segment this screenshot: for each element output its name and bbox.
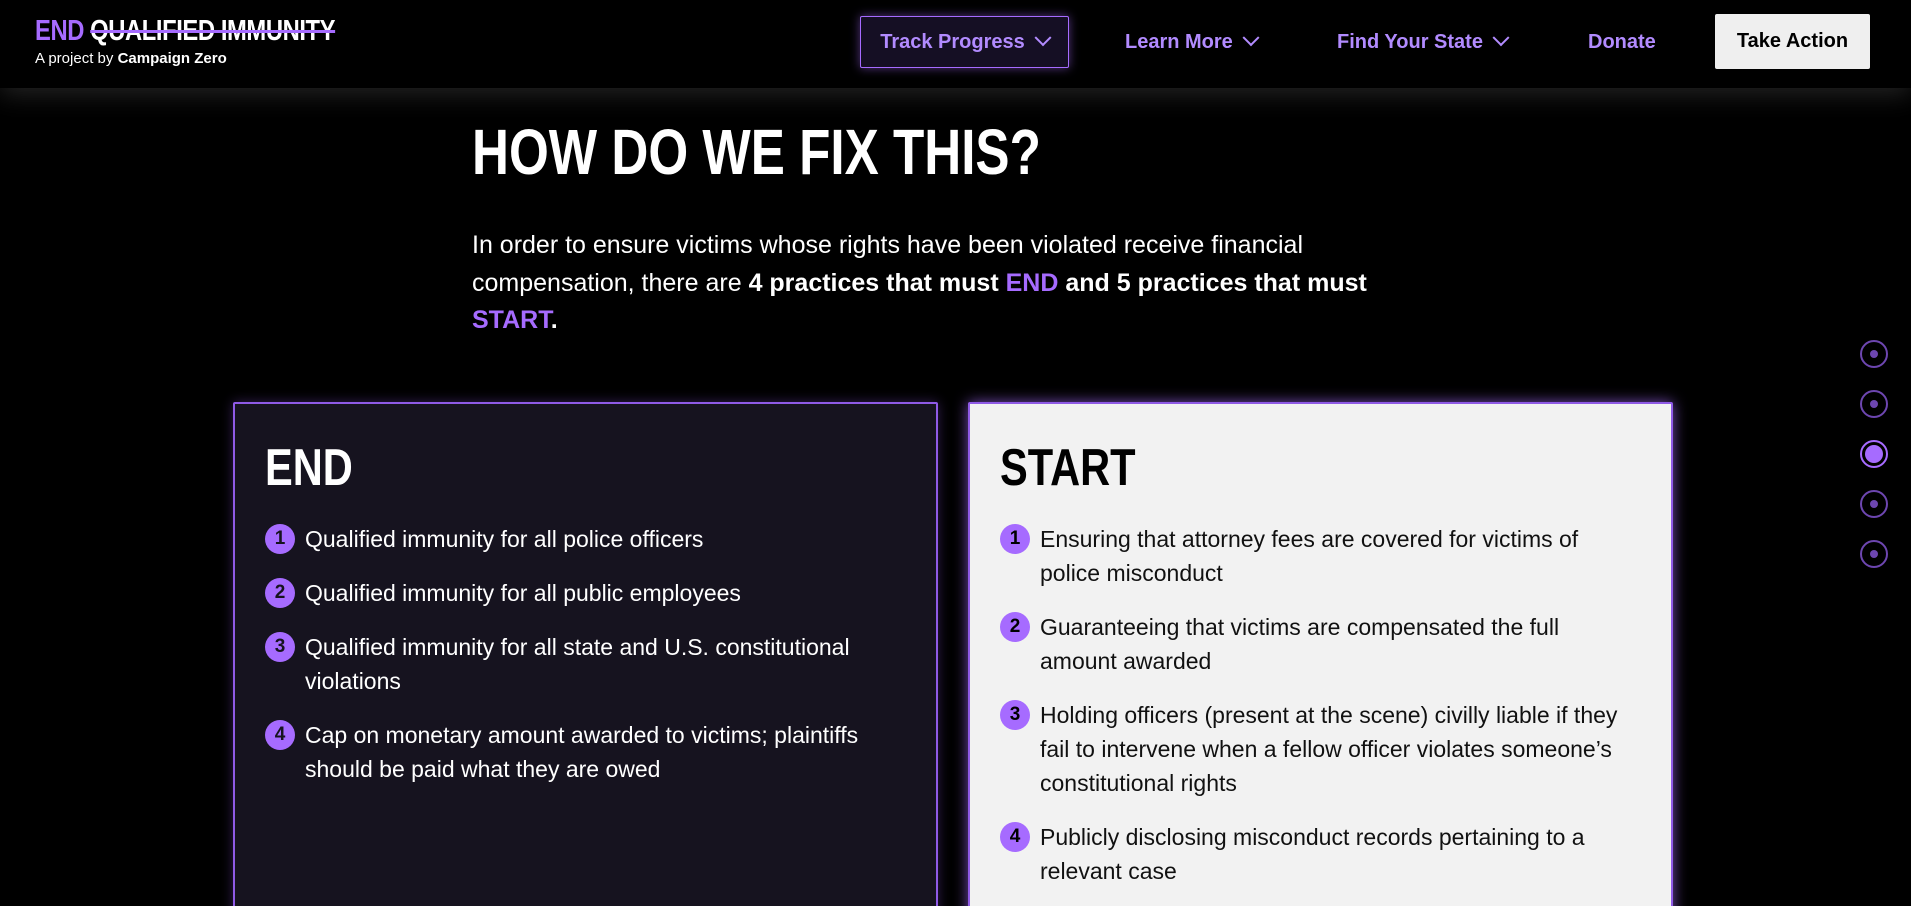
section-dot-3-active[interactable] [1860, 440, 1888, 468]
list-item-text: Publicly disclosing misconduct records p… [1040, 824, 1585, 884]
end-card: END 1 Qualified immunity for all police … [233, 402, 938, 906]
number-badge: 1 [265, 524, 295, 554]
nav-donate[interactable]: Donate [1588, 16, 1656, 68]
intro-end-word: END [1005, 268, 1059, 297]
nav-learn-more-label: Learn More [1125, 30, 1233, 53]
logo-end-word: END [35, 15, 84, 47]
intro-paragraph: In order to ensure victims whose rights … [472, 227, 1432, 340]
start-list: 1 Ensuring that attorney fees are covere… [1000, 522, 1640, 906]
list-item-text: Ensuring that attorney fees are covered … [1040, 526, 1579, 586]
list-item: 4 Cap on monetary amount awarded to vict… [265, 718, 905, 786]
number-badge: 4 [265, 720, 295, 750]
nav-find-your-state[interactable]: Find Your State [1337, 16, 1510, 68]
list-item-text: Qualified immunity for all public employ… [305, 580, 741, 606]
list-item: 3 Holding officers (present at the scene… [1000, 698, 1640, 800]
number-badge: 2 [265, 578, 295, 608]
end-card-title: END [265, 439, 353, 497]
site-logo[interactable]: END QUALIFIED IMMUNITY A project by Camp… [35, 14, 401, 67]
list-item-text: Holding officers (present at the scene) … [1040, 702, 1618, 796]
page-title: HOW DO WE FIX THIS? [472, 116, 1041, 188]
chevron-down-icon [1242, 29, 1260, 47]
end-list: 1 Qualified immunity for all police offi… [265, 522, 905, 806]
nav-learn-more[interactable]: Learn More [1125, 16, 1260, 68]
nav-track-progress-label: Track Progress [880, 30, 1025, 53]
list-item-text: Guaranteeing that victims are compensate… [1040, 614, 1560, 674]
logo-wordmark: END QUALIFIED IMMUNITY [35, 14, 336, 48]
intro-bold-2: and 5 practices that must [1065, 268, 1367, 297]
number-badge: 1 [1000, 524, 1030, 554]
section-dot-1[interactable] [1860, 340, 1888, 368]
logo-subtitle-prefix: A project by [35, 50, 114, 67]
list-item: 4 Publicly disclosing misconduct records… [1000, 820, 1640, 888]
list-item: 2 Qualified immunity for all public empl… [265, 576, 905, 610]
list-item: 3 Qualified immunity for all state and U… [265, 630, 905, 698]
list-item: 2 Guaranteeing that victims are compensa… [1000, 610, 1640, 678]
section-dot-nav [1860, 340, 1888, 590]
chevron-down-icon [1034, 29, 1052, 47]
section-dot-2[interactable] [1860, 390, 1888, 418]
take-action-button[interactable]: Take Action [1715, 14, 1870, 69]
list-item-text: Qualified immunity for all state and U.S… [305, 634, 850, 694]
number-badge: 4 [1000, 822, 1030, 852]
number-badge: 3 [265, 632, 295, 662]
section-dot-4[interactable] [1860, 490, 1888, 518]
list-item-text: Cap on monetary amount awarded to victim… [305, 722, 859, 782]
logo-subtitle-org: Campaign Zero [117, 50, 227, 67]
intro-period: . [550, 306, 558, 334]
intro-start-word: START [472, 306, 551, 334]
nav-donate-label: Donate [1588, 30, 1656, 53]
number-badge: 2 [1000, 612, 1030, 642]
list-item-text: Qualified immunity for all police office… [305, 526, 704, 552]
intro-bold-1: 4 practices that must [748, 268, 999, 297]
chevron-down-icon [1492, 29, 1510, 47]
nav-find-your-state-label: Find Your State [1337, 30, 1483, 53]
site-header: END QUALIFIED IMMUNITY A project by Camp… [0, 0, 1911, 88]
list-item: 1 Qualified immunity for all police offi… [265, 522, 905, 556]
section-dot-5[interactable] [1860, 540, 1888, 568]
list-item: 1 Ensuring that attorney fees are covere… [1000, 522, 1640, 590]
take-action-label: Take Action [1736, 30, 1849, 52]
start-card: START 1 Ensuring that attorney fees are … [968, 402, 1673, 906]
logo-subtitle: A project by Campaign Zero [35, 50, 401, 67]
nav-track-progress[interactable]: Track Progress [860, 16, 1069, 68]
logo-qualified-immunity: QUALIFIED IMMUNITY [90, 15, 336, 47]
start-card-title: START [1000, 439, 1136, 497]
number-badge: 3 [1000, 700, 1030, 730]
